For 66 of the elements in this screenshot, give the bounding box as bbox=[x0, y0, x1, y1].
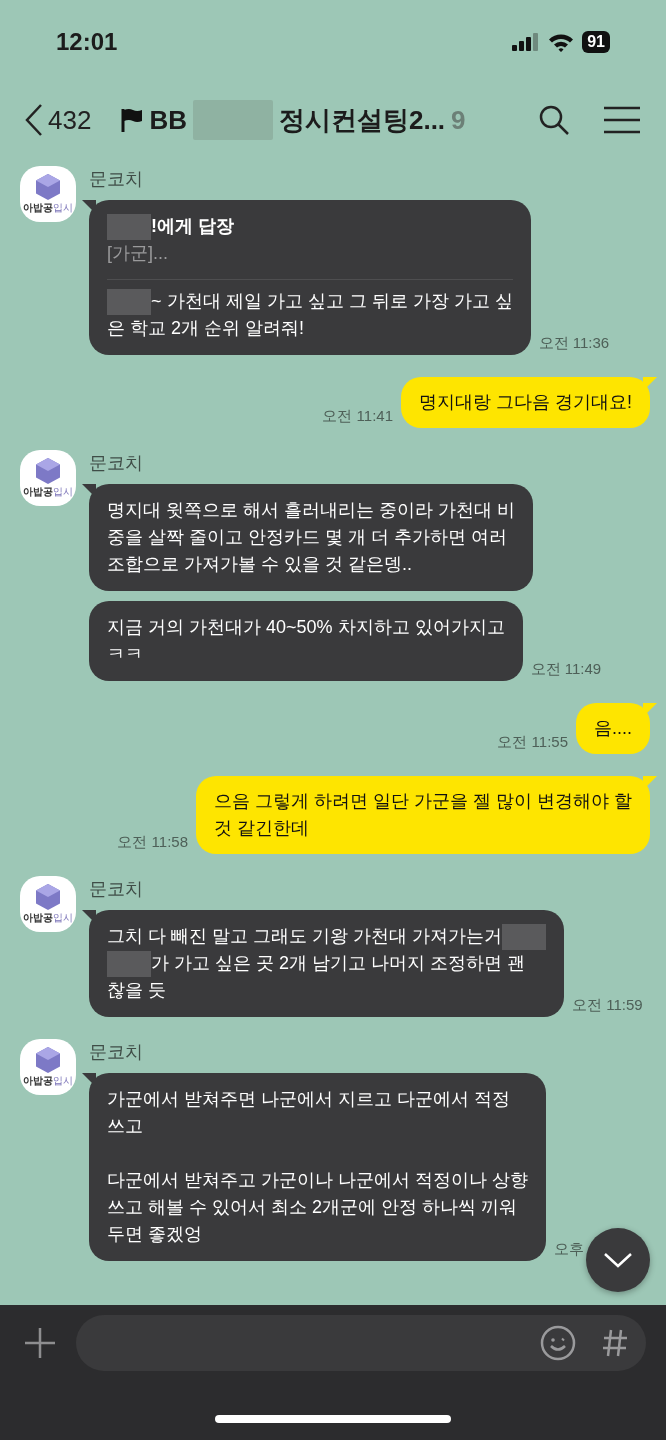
signal-icon bbox=[512, 33, 541, 51]
message-text: 조합으로 가져가볼 수 있을 것 같은뎅.. bbox=[107, 553, 412, 576]
avatar-label: 아밥공입시 bbox=[23, 911, 73, 925]
reply-title: !에게 답장 bbox=[151, 215, 234, 238]
message-text: 쓰고 bbox=[107, 1115, 143, 1138]
message-text: 찮을 듯 bbox=[107, 979, 166, 1002]
chat-title: BB bbox=[149, 104, 187, 136]
message-text: 은 학교 2개 순위 알려줘! bbox=[107, 317, 304, 340]
avatar[interactable]: 아밥공입시 bbox=[20, 876, 76, 932]
flag-icon bbox=[121, 108, 144, 132]
timestamp: 오전 11:58 bbox=[117, 833, 188, 852]
timestamp: 오전 11:55 bbox=[497, 733, 568, 752]
message-text: 가군에서 받쳐주면 나군에서 지르고 다군에서 적정 bbox=[107, 1088, 510, 1111]
avatar[interactable]: 아밥공입시 bbox=[20, 1039, 76, 1095]
message-text: 지금 거의 가천대가 40~50% 차지하고 있어가지고 bbox=[107, 616, 505, 639]
plus-icon bbox=[24, 1327, 56, 1359]
back-button[interactable]: 432 bbox=[24, 103, 92, 137]
message-text: ㅋㅋ bbox=[107, 643, 143, 666]
avatar-label: 아밥공입시 bbox=[23, 201, 73, 215]
sender-name: 문코치 bbox=[89, 1041, 144, 1063]
timestamp: 오전 11:59 bbox=[572, 996, 643, 1015]
wifi-icon bbox=[548, 32, 575, 52]
message-text: 가 가고 싶은 곳 2개 남기고 나머지 조정하면 괜 bbox=[151, 952, 526, 975]
cube-icon bbox=[35, 457, 61, 485]
scroll-down-button[interactable] bbox=[586, 1228, 650, 1292]
avatar[interactable]: 아밥공입시 bbox=[20, 450, 76, 506]
message-text: 음.... bbox=[594, 717, 632, 740]
message-text: 명지대랑 그다음 경기대요! bbox=[419, 391, 632, 414]
timestamp: 오전 11:36 bbox=[538, 334, 610, 353]
blurred-patch bbox=[107, 213, 151, 240]
reply-quote: [가군]... bbox=[107, 242, 169, 265]
attach-button[interactable] bbox=[24, 1327, 56, 1359]
back-icon bbox=[24, 103, 44, 137]
search-icon bbox=[538, 104, 570, 136]
emoji-icon[interactable] bbox=[540, 1325, 576, 1361]
member-count: 9 bbox=[451, 104, 466, 136]
cube-icon bbox=[35, 883, 61, 911]
menu-icon bbox=[604, 106, 640, 134]
status-time: 12:01 bbox=[56, 28, 118, 56]
chat-title: 정시컨설팅2... bbox=[278, 103, 446, 137]
battery-indicator: 91 bbox=[582, 31, 610, 53]
avatar-label: 아밥공입시 bbox=[23, 485, 73, 499]
message-text: 다군에서 받쳐주고 가군이나 나군에서 적정이나 상향 bbox=[107, 1169, 528, 1192]
message-text: 것 같긴한데 bbox=[214, 817, 309, 840]
cube-icon bbox=[35, 173, 61, 201]
sender-name: 문코치 bbox=[89, 168, 144, 190]
message-input[interactable] bbox=[76, 1315, 646, 1371]
message-text: 중을 살짝 줄이고 안정카드 몇 개 더 추가하면 여러 bbox=[107, 526, 507, 549]
message-text: ~ 가천대 제일 가고 싶고 그 뒤로 가장 가고 싶 bbox=[151, 290, 513, 313]
search-button[interactable] bbox=[538, 104, 570, 136]
avatar-label: 아밥공입시 bbox=[23, 1074, 73, 1088]
timestamp: 오전 11:49 bbox=[530, 660, 602, 679]
timestamp: 오후 bbox=[554, 1240, 584, 1259]
message-text: 명지대 윗쪽으로 해서 흘러내리는 중이라 가천대 비 bbox=[107, 499, 515, 522]
message-text: 으음 그렇게 하려면 일단 가군을 젤 많이 변경해야 할 bbox=[214, 790, 632, 813]
message-text: 그치 다 빼진 말고 그래도 기왕 가천대 가져가는거 bbox=[107, 925, 502, 948]
timestamp: 오전 11:41 bbox=[322, 407, 393, 426]
avatar[interactable]: 아밥공입시 bbox=[20, 166, 76, 222]
menu-button[interactable] bbox=[604, 106, 640, 134]
hash-icon[interactable] bbox=[602, 1329, 628, 1357]
cube-icon bbox=[35, 1046, 61, 1074]
sender-name: 문코치 bbox=[89, 452, 144, 474]
chevron-down-icon bbox=[603, 1252, 633, 1268]
sender-name: 문코치 bbox=[89, 878, 144, 900]
message-text: 두면 좋겠엉 bbox=[107, 1223, 202, 1246]
message-text: 쓰고 해볼 수 있어서 최소 2개군에 안정 하나씩 끼워 bbox=[107, 1196, 518, 1219]
